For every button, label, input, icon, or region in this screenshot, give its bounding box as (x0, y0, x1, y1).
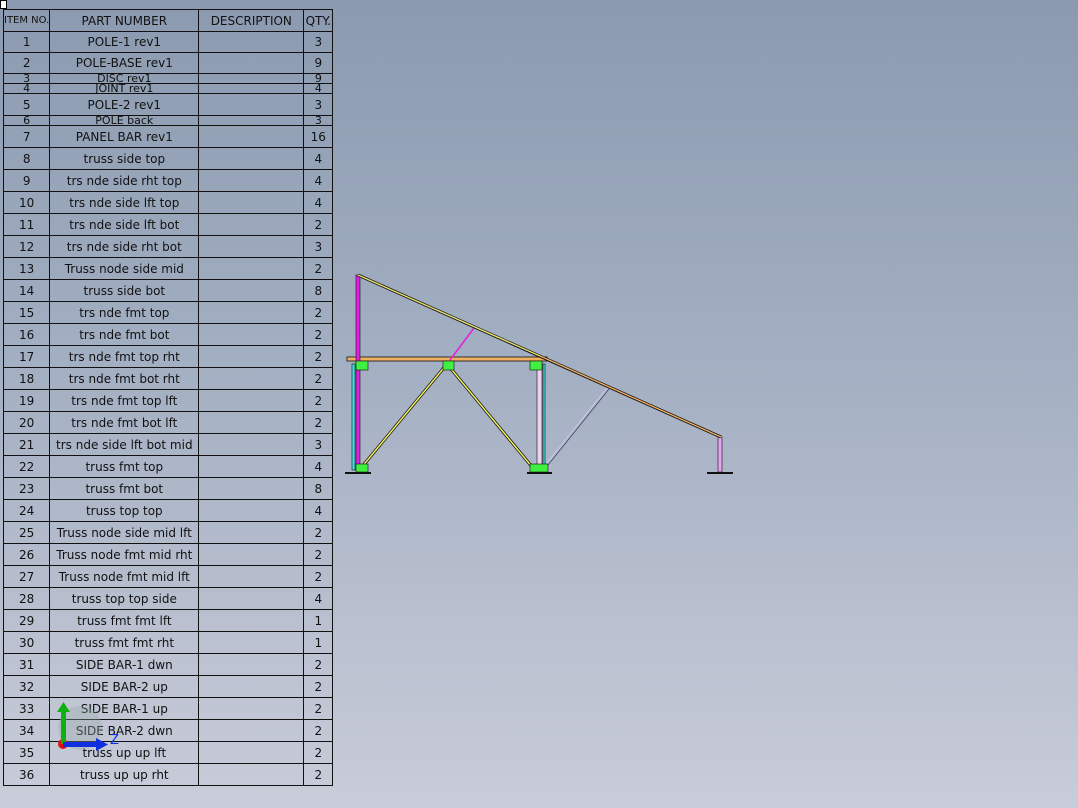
triad-z-arrow-icon (96, 738, 108, 751)
truss-diagonal-left-fill (360, 363, 448, 469)
rafter-upper (357, 274, 541, 357)
triad-z-axis-icon (63, 742, 98, 747)
node-block (355, 360, 369, 371)
truss-diagonal-right-fill (446, 363, 534, 469)
triad-z-label: Z (110, 733, 119, 748)
view-triad: Y Z (57, 700, 119, 751)
node-block (355, 463, 369, 473)
triad-y-axis-icon (61, 710, 66, 744)
side-bar-left (351, 363, 356, 471)
node-block (442, 360, 455, 371)
pole-left (355, 274, 361, 472)
triad-y-label: Y (57, 700, 66, 702)
side-bar-mid (542, 363, 546, 469)
rafter-lower (539, 355, 722, 438)
model-viewport[interactable] (0, 0, 1078, 808)
node-block (529, 463, 549, 473)
horizontal-beam (346, 356, 548, 362)
truss-model (345, 273, 733, 474)
brace-gray-edge (547, 388, 610, 466)
brace-gray (546, 386, 609, 464)
pole-right (717, 436, 723, 473)
node-block (529, 360, 543, 371)
brace-magenta (449, 327, 475, 361)
triad-y-arrow-icon (57, 702, 70, 712)
pole-mid (536, 361, 543, 470)
